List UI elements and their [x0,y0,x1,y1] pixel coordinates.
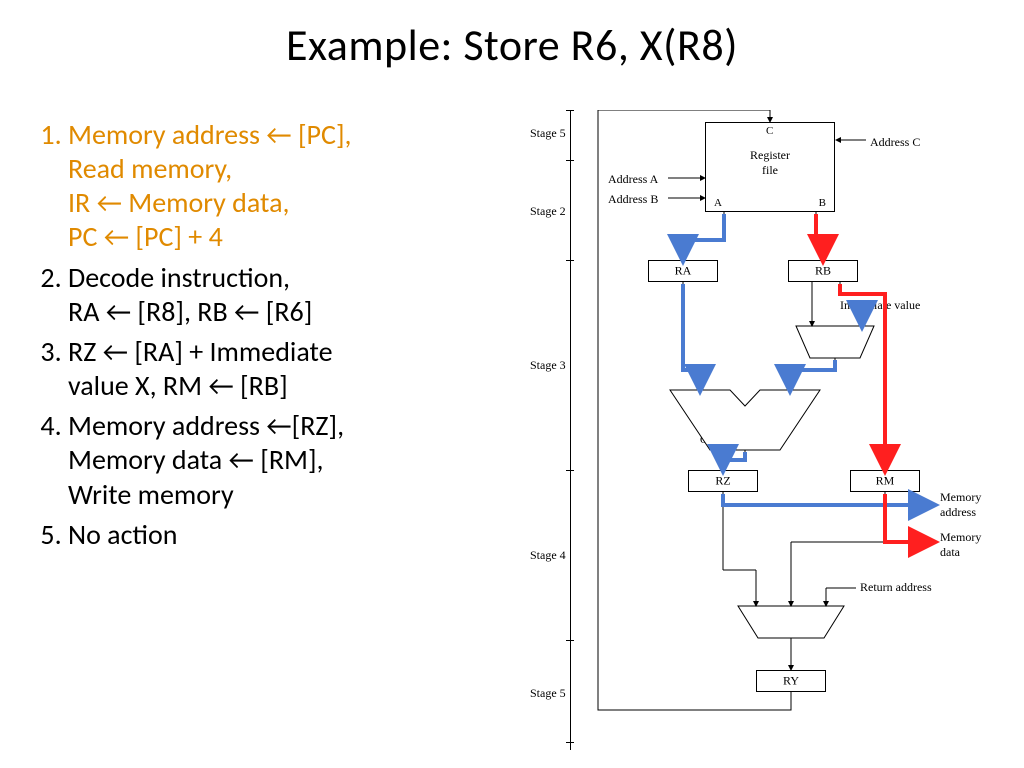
mem-addr-label: Memory address [940,490,981,520]
port-c: C [766,125,773,137]
muxb-label: MuxB [820,342,848,354]
port-b: B [819,197,826,209]
muxy-1: 1 [786,608,792,620]
alu-inA: InA [690,392,707,404]
muxb-0: 0 [806,328,812,340]
slide-title: Example: Store R6, X(R8) [0,18,1024,72]
muxb-1: 1 [856,328,862,340]
ry-label: RY [757,674,825,689]
stage-label-5a: Stage 5 [530,126,566,141]
step-item: Decode instruction,RA ← [R8], RB ← [R6] [68,261,530,329]
steps-list-container: Memory address ← [PC],Read memory,IR ← M… [30,118,530,558]
return-addr-label: Return address [860,580,932,595]
addr-b-label: Address B [608,192,658,207]
rz-label: RZ [689,474,757,489]
immediate-value-label: Immediate value [840,298,930,313]
alu-out: Out [700,434,717,446]
rb-label: RB [789,264,857,279]
muxy-label: MuxY [774,622,803,634]
register-file: C Register file A B [705,122,835,212]
datapath-diagram: Stage 5 Stage 2 Stage 3 Stage 4 Stage 5 … [540,110,1000,750]
mem-data-label: Memory data [940,530,981,560]
ra-label: RA [649,264,717,279]
addr-c-label: Address C [870,135,920,150]
stage-label-5b: Stage 5 [530,686,566,701]
stage-label-2: Stage 2 [530,204,566,219]
alu-inB: InB [772,392,789,404]
step-item: RZ ← [RA] + Immediatevalue X, RM ← [RB] [68,335,530,403]
register-file-label: Register file [706,148,834,178]
rz-register: RZ [688,470,758,492]
step-item: Memory address ←[RZ],Memory data ← [RM],… [68,409,530,511]
muxy-2: 2 [822,608,828,620]
muxy-0: 0 [750,608,756,620]
ry-register: RY [756,670,826,692]
port-a: A [714,197,722,209]
rb-register: RB [788,260,858,282]
rm-label: RM [851,474,919,489]
addr-a-label: Address A [608,172,658,187]
stage-label-4: Stage 4 [530,548,566,563]
step-item: No action [68,518,530,552]
ra-register: RA [648,260,718,282]
step-item: Memory address ← [PC],Read memory,IR ← M… [68,118,530,255]
rm-register: RM [850,470,920,492]
alu-label: ALU [700,416,723,428]
stage-label-3: Stage 3 [530,358,566,373]
